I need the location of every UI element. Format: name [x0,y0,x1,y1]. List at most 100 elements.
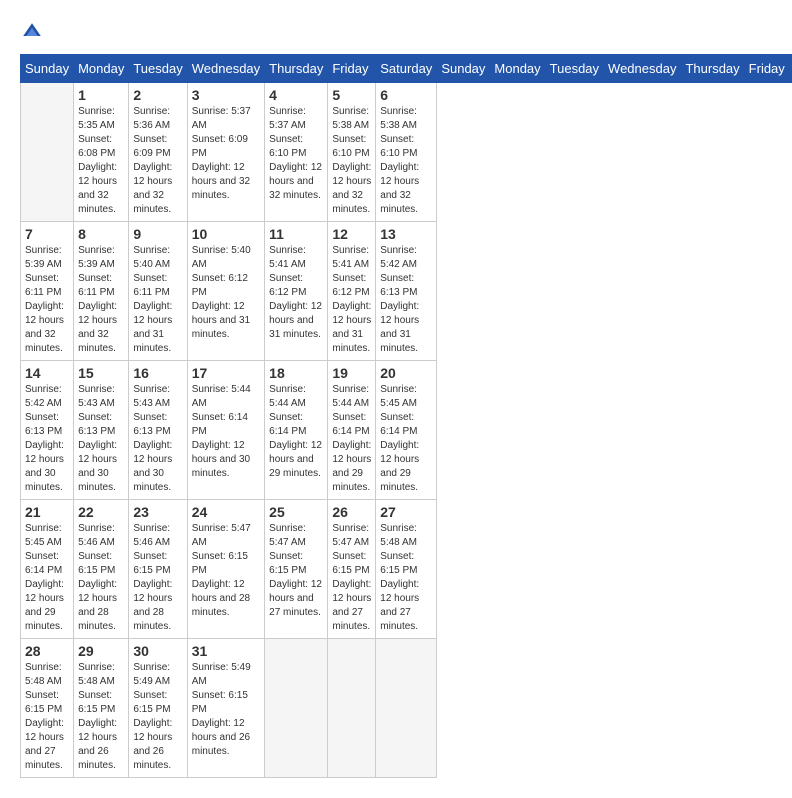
day-info: Sunrise: 5:42 AMSunset: 6:13 PMDaylight:… [380,245,419,354]
logo-icon [20,20,44,44]
calendar-cell: 3 Sunrise: 5:37 AMSunset: 6:09 PMDayligh… [187,83,264,222]
day-info: Sunrise: 5:45 AMSunset: 6:14 PMDaylight:… [380,384,419,493]
calendar-cell: 6 Sunrise: 5:38 AMSunset: 6:10 PMDayligh… [376,83,437,222]
header-sunday: Sunday [437,55,490,83]
calendar-cell: 10 Sunrise: 5:40 AMSunset: 6:12 PMDaylig… [187,222,264,361]
calendar-week-3: 21 Sunrise: 5:45 AMSunset: 6:14 PMDaylig… [21,500,792,639]
day-info: Sunrise: 5:45 AMSunset: 6:14 PMDaylight:… [25,523,64,632]
day-number: 31 [192,643,260,659]
day-number: 23 [133,504,182,520]
day-number: 11 [269,226,323,242]
day-number: 26 [332,504,371,520]
calendar-cell: 1 Sunrise: 5:35 AMSunset: 6:08 PMDayligh… [74,83,129,222]
header-day-thursday: Thursday [265,55,328,83]
day-info: Sunrise: 5:37 AMSunset: 6:10 PMDaylight:… [269,106,322,201]
calendar-week-2: 14 Sunrise: 5:42 AMSunset: 6:13 PMDaylig… [21,361,792,500]
header-wednesday: Wednesday [604,55,681,83]
calendar-cell: 7 Sunrise: 5:39 AMSunset: 6:11 PMDayligh… [21,222,74,361]
calendar-cell: 30 Sunrise: 5:49 AMSunset: 6:15 PMDaylig… [129,639,187,778]
day-number: 7 [25,226,69,242]
calendar-cell: 2 Sunrise: 5:36 AMSunset: 6:09 PMDayligh… [129,83,187,222]
day-number: 2 [133,87,182,103]
calendar-cell: 26 Sunrise: 5:47 AMSunset: 6:15 PMDaylig… [328,500,376,639]
calendar-cell: 22 Sunrise: 5:46 AMSunset: 6:15 PMDaylig… [74,500,129,639]
day-info: Sunrise: 5:49 AMSunset: 6:15 PMDaylight:… [192,662,251,757]
day-info: Sunrise: 5:47 AMSunset: 6:15 PMDaylight:… [192,523,251,618]
header-day-wednesday: Wednesday [187,55,264,83]
header-tuesday: Tuesday [545,55,603,83]
calendar-cell: 24 Sunrise: 5:47 AMSunset: 6:15 PMDaylig… [187,500,264,639]
day-number: 22 [78,504,124,520]
calendar-cell: 14 Sunrise: 5:42 AMSunset: 6:13 PMDaylig… [21,361,74,500]
calendar-cell: 29 Sunrise: 5:48 AMSunset: 6:15 PMDaylig… [74,639,129,778]
day-number: 17 [192,365,260,381]
calendar-cell: 12 Sunrise: 5:41 AMSunset: 6:12 PMDaylig… [328,222,376,361]
day-number: 30 [133,643,182,659]
calendar-cell: 21 Sunrise: 5:45 AMSunset: 6:14 PMDaylig… [21,500,74,639]
calendar-cell: 18 Sunrise: 5:44 AMSunset: 6:14 PMDaylig… [265,361,328,500]
calendar-cell: 15 Sunrise: 5:43 AMSunset: 6:13 PMDaylig… [74,361,129,500]
calendar-cell: 13 Sunrise: 5:42 AMSunset: 6:13 PMDaylig… [376,222,437,361]
day-number: 15 [78,365,124,381]
day-info: Sunrise: 5:41 AMSunset: 6:12 PMDaylight:… [332,245,371,354]
day-info: Sunrise: 5:44 AMSunset: 6:14 PMDaylight:… [269,384,322,479]
day-info: Sunrise: 5:44 AMSunset: 6:14 PMDaylight:… [192,384,251,479]
day-info: Sunrise: 5:48 AMSunset: 6:15 PMDaylight:… [78,662,117,771]
day-number: 1 [78,87,124,103]
day-info: Sunrise: 5:41 AMSunset: 6:12 PMDaylight:… [269,245,322,340]
day-info: Sunrise: 5:40 AMSunset: 6:12 PMDaylight:… [192,245,251,340]
day-number: 16 [133,365,182,381]
day-number: 4 [269,87,323,103]
calendar-cell: 28 Sunrise: 5:48 AMSunset: 6:15 PMDaylig… [21,639,74,778]
calendar-cell: 11 Sunrise: 5:41 AMSunset: 6:12 PMDaylig… [265,222,328,361]
calendar-cell: 19 Sunrise: 5:44 AMSunset: 6:14 PMDaylig… [328,361,376,500]
calendar-cell: 4 Sunrise: 5:37 AMSunset: 6:10 PMDayligh… [265,83,328,222]
day-number: 5 [332,87,371,103]
day-info: Sunrise: 5:48 AMSunset: 6:15 PMDaylight:… [25,662,64,771]
day-info: Sunrise: 5:47 AMSunset: 6:15 PMDaylight:… [332,523,371,632]
calendar-week-0: 1 Sunrise: 5:35 AMSunset: 6:08 PMDayligh… [21,83,792,222]
calendar-week-4: 28 Sunrise: 5:48 AMSunset: 6:15 PMDaylig… [21,639,792,778]
calendar-cell [21,83,74,222]
calendar-cell: 23 Sunrise: 5:46 AMSunset: 6:15 PMDaylig… [129,500,187,639]
calendar-cell: 16 Sunrise: 5:43 AMSunset: 6:13 PMDaylig… [129,361,187,500]
day-info: Sunrise: 5:49 AMSunset: 6:15 PMDaylight:… [133,662,172,771]
day-number: 21 [25,504,69,520]
calendar-cell: 25 Sunrise: 5:47 AMSunset: 6:15 PMDaylig… [265,500,328,639]
day-info: Sunrise: 5:38 AMSunset: 6:10 PMDaylight:… [380,106,419,215]
day-number: 14 [25,365,69,381]
day-info: Sunrise: 5:42 AMSunset: 6:13 PMDaylight:… [25,384,64,493]
day-number: 6 [380,87,432,103]
day-info: Sunrise: 5:44 AMSunset: 6:14 PMDaylight:… [332,384,371,493]
day-info: Sunrise: 5:40 AMSunset: 6:11 PMDaylight:… [133,245,172,354]
day-info: Sunrise: 5:48 AMSunset: 6:15 PMDaylight:… [380,523,419,632]
calendar-cell: 20 Sunrise: 5:45 AMSunset: 6:14 PMDaylig… [376,361,437,500]
calendar-cell: 17 Sunrise: 5:44 AMSunset: 6:14 PMDaylig… [187,361,264,500]
header-day-sunday: Sunday [21,55,74,83]
day-info: Sunrise: 5:39 AMSunset: 6:11 PMDaylight:… [25,245,64,354]
header-day-tuesday: Tuesday [129,55,187,83]
day-info: Sunrise: 5:46 AMSunset: 6:15 PMDaylight:… [78,523,117,632]
day-number: 8 [78,226,124,242]
day-number: 18 [269,365,323,381]
day-number: 24 [192,504,260,520]
day-number: 13 [380,226,432,242]
calendar-cell: 9 Sunrise: 5:40 AMSunset: 6:11 PMDayligh… [129,222,187,361]
logo [20,20,48,44]
day-number: 3 [192,87,260,103]
calendar-cell: 8 Sunrise: 5:39 AMSunset: 6:11 PMDayligh… [74,222,129,361]
calendar-cell: 5 Sunrise: 5:38 AMSunset: 6:10 PMDayligh… [328,83,376,222]
day-number: 12 [332,226,371,242]
header-monday: Monday [490,55,545,83]
header-day-saturday: Saturday [376,55,437,83]
calendar-week-1: 7 Sunrise: 5:39 AMSunset: 6:11 PMDayligh… [21,222,792,361]
day-info: Sunrise: 5:43 AMSunset: 6:13 PMDaylight:… [78,384,117,493]
calendar-cell: 31 Sunrise: 5:49 AMSunset: 6:15 PMDaylig… [187,639,264,778]
day-info: Sunrise: 5:37 AMSunset: 6:09 PMDaylight:… [192,106,251,201]
header-day-friday: Friday [328,55,376,83]
day-number: 28 [25,643,69,659]
day-info: Sunrise: 5:47 AMSunset: 6:15 PMDaylight:… [269,523,322,618]
day-info: Sunrise: 5:38 AMSunset: 6:10 PMDaylight:… [332,106,371,215]
day-number: 27 [380,504,432,520]
calendar-header-row: SundayMondayTuesdayWednesdayThursdayFrid… [21,55,792,83]
